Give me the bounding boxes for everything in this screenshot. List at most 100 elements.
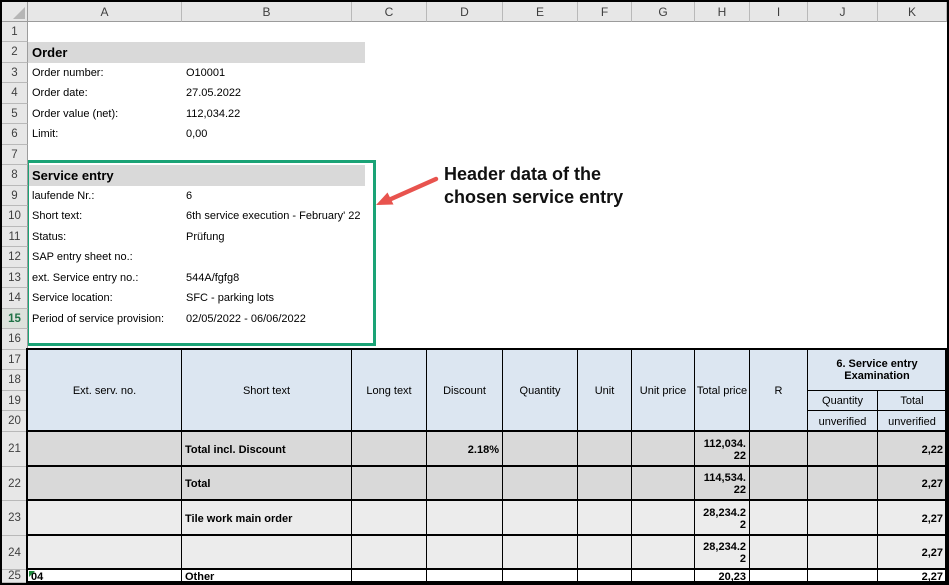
row-header-10[interactable]: 10 — [2, 206, 28, 227]
order-number-value[interactable]: O10001 — [186, 63, 225, 83]
table-cell-row21[interactable] — [578, 432, 632, 467]
table-header-total-price[interactable]: Total price — [695, 350, 750, 432]
table-cell-row23[interactable] — [352, 501, 427, 536]
table-cell-row22[interactable] — [352, 467, 427, 501]
table-cell-row21-ext_no[interactable] — [28, 432, 182, 467]
row-header-1[interactable]: 1 — [2, 22, 28, 42]
table-cell-row21[interactable] — [503, 432, 578, 467]
table-cell-row22-discount[interactable] — [427, 467, 503, 501]
table-cell-row24[interactable] — [352, 536, 427, 570]
column-header-i[interactable]: I — [750, 2, 808, 22]
table-cell-row25[interactable] — [503, 570, 578, 583]
row-header-21[interactable]: 21 — [2, 432, 28, 467]
table-header-r[interactable]: R — [750, 350, 808, 432]
order-value-label[interactable]: Order value (net): — [32, 104, 118, 124]
table-cell-row23-discount[interactable] — [427, 501, 503, 536]
table-cell-row22-ext_no[interactable] — [28, 467, 182, 501]
table-header-quantity[interactable]: Quantity — [503, 350, 578, 432]
table-cell-row22[interactable] — [503, 467, 578, 501]
table-cell-row23[interactable] — [750, 501, 808, 536]
table-cell-row21-discount[interactable]: 2.18% — [427, 432, 503, 467]
table-cell-row22[interactable] — [632, 467, 695, 501]
row-header-11[interactable]: 11 — [2, 227, 28, 247]
row-header-14[interactable]: 14 — [2, 288, 28, 309]
table-cell-row24-discount[interactable] — [427, 536, 503, 570]
select-all-button[interactable] — [2, 2, 28, 22]
table-cell-row25-ext_no[interactable]: 04 — [28, 570, 182, 583]
column-header-f[interactable]: F — [578, 2, 632, 22]
table-cell-row23[interactable] — [632, 501, 695, 536]
column-header-a[interactable]: A — [28, 2, 182, 22]
table-cell-row22-short_text[interactable]: Total — [182, 467, 352, 501]
row-header-7[interactable]: 7 — [2, 145, 28, 165]
row-header-16[interactable]: 16 — [2, 329, 28, 350]
row-header-17[interactable]: 17 — [2, 350, 28, 370]
row-header-8[interactable]: 8 — [2, 165, 28, 186]
table-cell-row21[interactable] — [632, 432, 695, 467]
table-header-ext-serv-no[interactable]: Ext. serv. no. — [28, 350, 182, 432]
table-cell-row25-exam_total[interactable]: 2,27 — [878, 570, 947, 583]
row-header-13[interactable]: 13 — [2, 268, 28, 288]
table-cell-row24-exam_total[interactable]: 2,27 — [878, 536, 947, 570]
table-header-exam-group[interactable]: 6. Service entry Examination — [808, 350, 947, 391]
table-cell-row22-exam_total[interactable]: 2,27 — [878, 467, 947, 501]
table-header-short-text[interactable]: Short text — [182, 350, 352, 432]
column-header-c[interactable]: C — [352, 2, 427, 22]
table-cell-row21[interactable] — [808, 432, 878, 467]
column-header-j[interactable]: J — [808, 2, 878, 22]
table-cell-row25-discount[interactable] — [427, 570, 503, 583]
table-cell-row22[interactable] — [750, 467, 808, 501]
table-cell-row21-short_text[interactable]: Total incl. Discount — [182, 432, 352, 467]
table-cell-row24-total_price[interactable]: 28,234.22 — [695, 536, 750, 570]
table-cell-row23-ext_no[interactable] — [28, 501, 182, 536]
table-cell-row25-short_text[interactable]: Other — [182, 570, 352, 583]
table-header-unit-price[interactable]: Unit price — [632, 350, 695, 432]
row-header-15[interactable]: 15 — [2, 309, 28, 329]
order-value-value[interactable]: 112,034.22 — [186, 104, 240, 124]
order-date-label[interactable]: Order date: — [32, 83, 88, 103]
row-header-24[interactable]: 24 — [2, 536, 28, 570]
row-header-25[interactable]: 25 — [2, 570, 28, 583]
order-date-value[interactable]: 27.05.2022 — [186, 83, 241, 103]
row-header-19[interactable]: 19 — [2, 391, 28, 411]
table-cell-row21[interactable] — [750, 432, 808, 467]
table-cell-row25[interactable] — [750, 570, 808, 583]
table-cell-row23-exam_total[interactable]: 2,27 — [878, 501, 947, 536]
table-cell-row25[interactable] — [632, 570, 695, 583]
table-header-exam-total[interactable]: Total — [878, 391, 947, 411]
row-header-3[interactable]: 3 — [2, 63, 28, 83]
column-header-e[interactable]: E — [503, 2, 578, 22]
row-header-22[interactable]: 22 — [2, 467, 28, 501]
row-header-4[interactable]: 4 — [2, 83, 28, 104]
table-header-unit[interactable]: Unit — [578, 350, 632, 432]
column-header-h[interactable]: H — [695, 2, 750, 22]
table-cell-row22[interactable] — [578, 467, 632, 501]
table-cell-row23-total_price[interactable]: 28,234.22 — [695, 501, 750, 536]
table-header-discount[interactable]: Discount — [427, 350, 503, 432]
table-header-long-text[interactable]: Long text — [352, 350, 427, 432]
order-number-label[interactable]: Order number: — [32, 63, 104, 83]
order-section-title[interactable]: Order — [28, 42, 365, 63]
table-cell-row25[interactable] — [578, 570, 632, 583]
row-header-23[interactable]: 23 — [2, 501, 28, 536]
table-cell-row24[interactable] — [808, 536, 878, 570]
table-cell-row25[interactable] — [352, 570, 427, 583]
table-header-exam-total-sub[interactable]: unverified — [878, 411, 947, 432]
column-header-b[interactable]: B — [182, 2, 352, 22]
table-cell-row23[interactable] — [808, 501, 878, 536]
table-cell-row23[interactable] — [503, 501, 578, 536]
row-header-2[interactable]: 2 — [2, 42, 28, 63]
table-cell-row24[interactable] — [750, 536, 808, 570]
order-limit-value[interactable]: 0,00 — [186, 124, 207, 144]
table-header-exam-quantity-sub[interactable]: unverified — [808, 411, 878, 432]
table-cell-row22[interactable] — [808, 467, 878, 501]
table-cell-row24-short_text[interactable] — [182, 536, 352, 570]
column-header-d[interactable]: D — [427, 2, 503, 22]
row-header-18[interactable]: 18 — [2, 370, 28, 391]
table-cell-row25[interactable] — [808, 570, 878, 583]
order-limit-label[interactable]: Limit: — [32, 124, 58, 144]
table-cell-row23[interactable] — [578, 501, 632, 536]
table-cell-row25-total_price[interactable]: 20,23 — [695, 570, 750, 583]
column-header-g[interactable]: G — [632, 2, 695, 22]
table-header-exam-quantity[interactable]: Quantity — [808, 391, 878, 411]
